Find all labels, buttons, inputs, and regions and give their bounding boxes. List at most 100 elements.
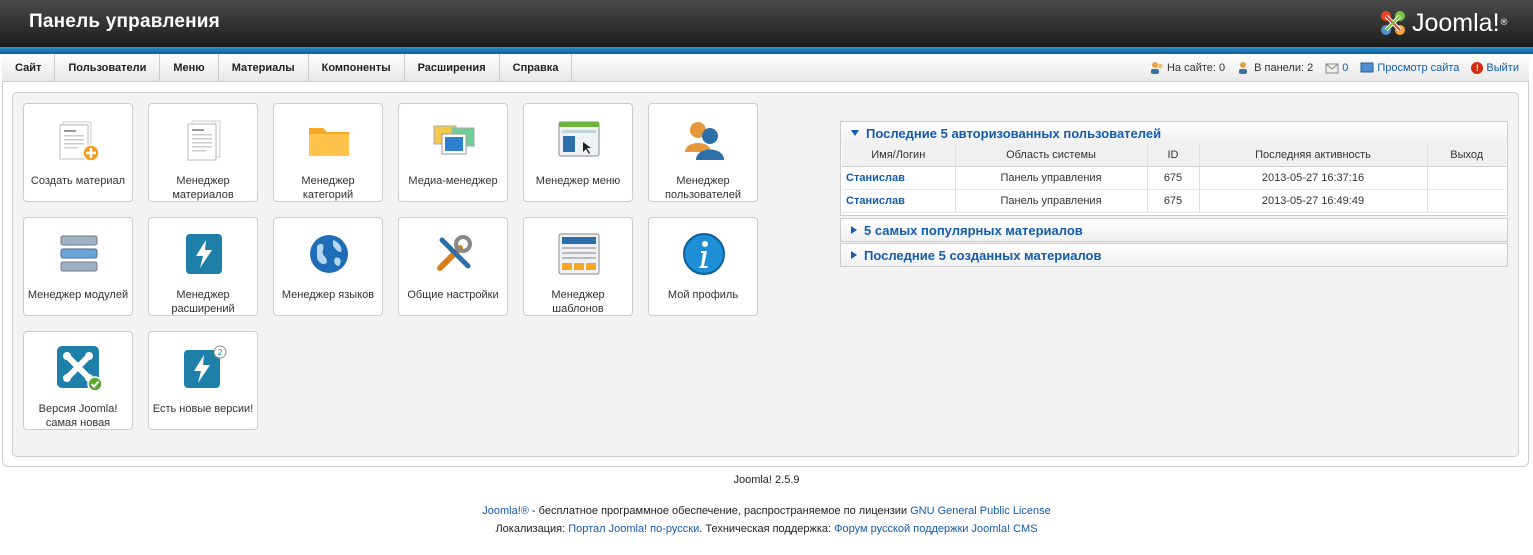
table-row: Станислав Панель управления 675 2013-05-… [842, 166, 1506, 190]
quickicon-label: Менеджер языков [281, 289, 375, 301]
table-row: Станислав Панель управления 675 2013-05-… [842, 189, 1506, 213]
quickicon-media-manager[interactable]: Медиа-менеджер [398, 103, 508, 202]
messages-count[interactable]: 0 [1342, 62, 1348, 74]
expand-arrow-icon [851, 251, 857, 259]
header-bar: Панель управления Joomla! ® [0, 0, 1533, 47]
quickicon-label: Мой профиль [667, 289, 739, 301]
logout-text[interactable]: Выйти [1486, 62, 1519, 74]
table-header-row: Имя/Логин Область системы ID Последняя а… [842, 144, 1506, 167]
menu-help[interactable]: Справка [500, 54, 573, 82]
user-name-link[interactable]: Станислав [842, 166, 956, 190]
menu-menus[interactable]: Меню [160, 54, 219, 82]
quickicon-article-manager[interactable]: Менеджер материалов [148, 103, 258, 202]
quickicon-label: Менеджер шаблонов [551, 289, 605, 315]
quickicon-label: Есть новые версии! [152, 403, 254, 415]
modules-icon [60, 235, 98, 272]
footer-localization-label: Локализация: [495, 523, 569, 535]
quickicon-joomla-version[interactable]: Версия Joomla! самая новая [23, 331, 133, 430]
menu-components[interactable]: Компоненты [309, 54, 405, 82]
logout-icon: ! [1471, 62, 1484, 74]
user-logout [1427, 189, 1506, 213]
logged-users-table: Имя/Логин Область системы ID Последняя а… [842, 144, 1506, 213]
messages-icon [1325, 63, 1339, 74]
extensions-icon [186, 234, 222, 274]
footer-support-label: . Техническая поддержка: [699, 523, 835, 535]
quickicon-label: Менеджер пользователей [665, 175, 741, 201]
latest-articles-panel: Последние 5 созданных материалов [840, 243, 1508, 267]
joomla-logo-icon [1381, 11, 1405, 35]
col-name[interactable]: Имя/Логин [842, 144, 956, 167]
user-last-activity: 2013-05-27 16:49:49 [1199, 189, 1428, 213]
quickicon-label: Медиа-менеджер [408, 175, 498, 187]
messages-status[interactable]: 0 [1325, 62, 1348, 74]
popular-articles-title: 5 самых популярных материалов [864, 222, 1083, 238]
extensions-update-icon: 2 [184, 345, 227, 388]
col-area[interactable]: Область системы [955, 144, 1148, 167]
user-logout [1427, 166, 1506, 190]
folder-icon [309, 128, 349, 156]
menu-content[interactable]: Материалы [219, 54, 309, 82]
user-name-link[interactable]: Станислав [842, 189, 956, 213]
user-id: 675 [1147, 166, 1200, 190]
footer-license-text: - бесплатное программное обеспечение, ра… [528, 505, 911, 517]
quickicon-user-manager[interactable]: Менеджер пользователей [648, 103, 758, 202]
user-id: 675 [1147, 189, 1200, 213]
quickicon-menu-manager[interactable]: Менеджер меню [523, 103, 633, 202]
col-id[interactable]: ID [1147, 144, 1200, 167]
quickicon-extension-updates[interactable]: 2 Есть новые версии! [148, 331, 258, 430]
latest-articles-title: Последние 5 созданных материалов [864, 247, 1102, 263]
expand-arrow-icon [851, 226, 857, 234]
config-icon [437, 235, 472, 271]
quickicon-language-manager[interactable]: Менеджер языков [273, 217, 383, 316]
logged-users-title: Последние 5 авторизованных пользователей [866, 125, 1162, 141]
col-last-activity[interactable]: Последняя активность [1199, 144, 1428, 167]
latest-articles-toggle[interactable]: Последние 5 созданных материалов [841, 244, 1507, 266]
quickicon-my-profile[interactable]: Мой профиль [648, 217, 758, 316]
logged-users-panel: Последние 5 авторизованных пользователей… [840, 121, 1508, 216]
info-icon [683, 233, 725, 275]
article-icon [187, 120, 221, 161]
joomla-link[interactable]: Joomla!® [482, 505, 529, 517]
quickicon-label: Менеджер меню [535, 175, 621, 187]
quickicon-label: Менеджер категорий [301, 175, 355, 201]
quickicon-category-manager[interactable]: Менеджер категорий [273, 103, 383, 202]
in-panel-text: В панели: 2 [1254, 62, 1314, 74]
menu-extensions[interactable]: Расширения [405, 54, 500, 82]
collapse-arrow-icon [851, 130, 859, 136]
svg-text:2: 2 [217, 348, 222, 357]
view-site-link[interactable]: Просмотр сайта [1360, 62, 1459, 74]
footer-version: Joomla! 2.5.9 [733, 474, 800, 486]
quickicon-module-manager[interactable]: Менеджер модулей [23, 217, 133, 316]
gpl-link[interactable]: GNU General Public License [910, 505, 1051, 517]
logged-users-toggle[interactable]: Последние 5 авторизованных пользователей [841, 122, 1507, 144]
on-site-status: На сайте: 0 [1150, 61, 1225, 75]
quickicon-label: Создать материал [30, 175, 126, 187]
footer-license-line: Joomla!® - бесплатное программное обеспе… [0, 505, 1533, 517]
page-title: Панель управления [29, 11, 220, 32]
article-add-icon [59, 121, 100, 162]
media-icon [433, 125, 475, 155]
col-logout[interactable]: Выход [1427, 144, 1506, 167]
in-panel-status: В панели: 2 [1237, 61, 1313, 75]
monitor-icon [1360, 62, 1374, 73]
view-site-text[interactable]: Просмотр сайта [1377, 62, 1459, 74]
user-area: Панель управления [955, 166, 1148, 190]
logout-link[interactable]: ! Выйти [1471, 62, 1519, 74]
quickicon-template-manager[interactable]: Менеджер шаблонов [523, 217, 633, 316]
menu-users[interactable]: Пользователи [55, 54, 161, 82]
menu-site[interactable]: Сайт [2, 54, 56, 82]
admin-users-icon [1239, 62, 1248, 74]
logo-text: Joomla! [1412, 8, 1500, 37]
quickicon-global-config[interactable]: Общие настройки [398, 217, 508, 316]
menu-icon [558, 121, 600, 157]
language-icon [310, 235, 348, 273]
popular-articles-toggle[interactable]: 5 самых популярных материалов [841, 219, 1507, 241]
users-icon [685, 122, 724, 160]
logo-reg: ® [1499, 18, 1509, 28]
quickicon-add-article[interactable]: Создать материал [23, 103, 133, 202]
footer-localization-line: Локализация: Портал Joomla! по-русски. Т… [0, 523, 1533, 535]
support-forum-link[interactable]: Форум русской поддержки Joomla! CMS [834, 523, 1037, 535]
joomla-russia-link[interactable]: Портал Joomla! по-русски [568, 523, 699, 535]
popular-articles-panel: 5 самых популярных материалов [840, 218, 1508, 242]
quickicon-extension-manager[interactable]: Менеджер расширений [148, 217, 258, 316]
